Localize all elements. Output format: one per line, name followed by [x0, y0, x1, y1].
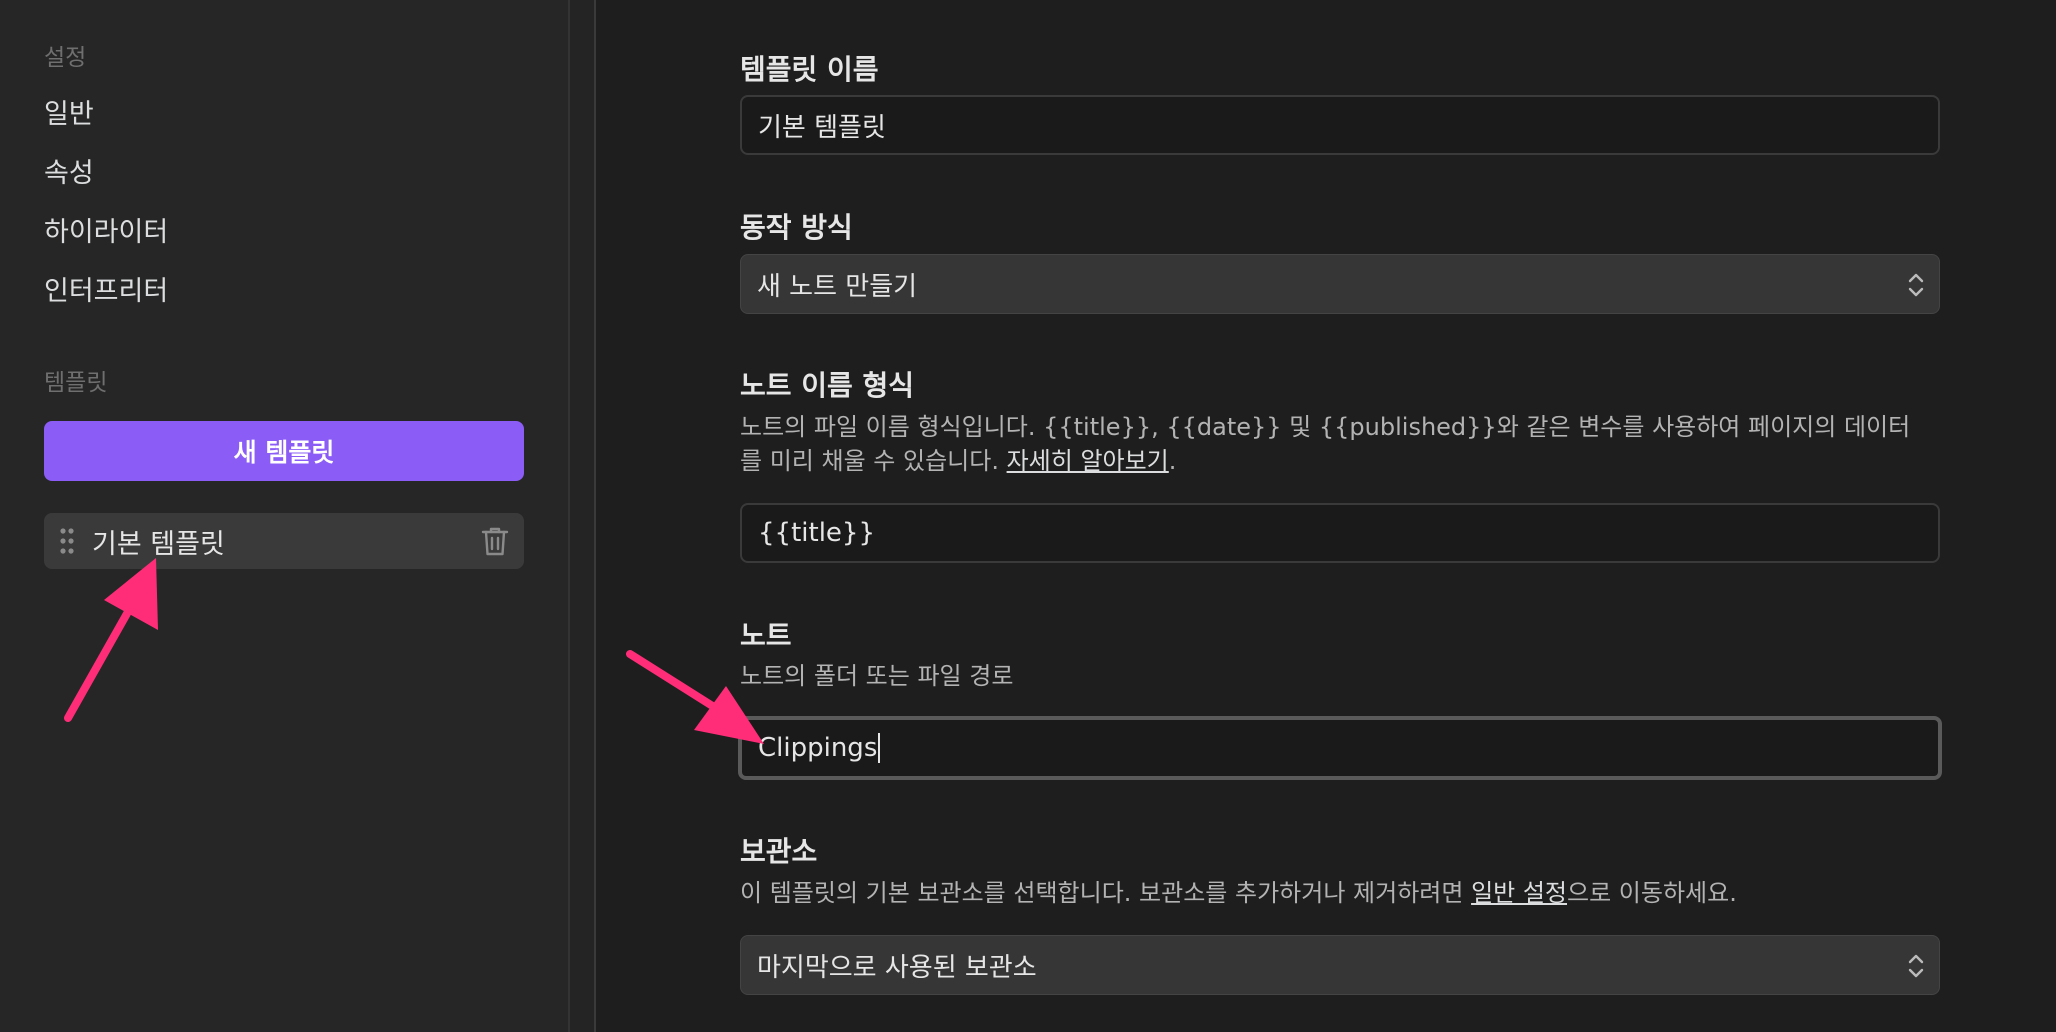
learn-more-link[interactable]: 자세히 알아보기 [1007, 447, 1169, 475]
settings-sidebar: 설정 일반 속성 하이라이터 인터프리터 템플릿 새 템플릿 기본 템플릿 [0, 0, 568, 1032]
sidebar-item-interpreter[interactable]: 인터프리터 [44, 269, 168, 308]
vault-title: 보관소 [740, 835, 818, 868]
vault-select[interactable]: 마지막으로 사용된 보관소 [740, 935, 1940, 995]
behavior-select[interactable]: 새 노트 만들기 [740, 254, 1940, 314]
note-location-value: Clippings [758, 733, 878, 763]
note-name-format-description: 노트의 파일 이름 형식입니다. {{title}}, {{date}} 및 {… [740, 413, 1911, 475]
new-template-button[interactable]: 새 템플릿 [44, 421, 524, 481]
vault-selected-value: 마지막으로 사용된 보관소 [757, 952, 1037, 983]
template-settings-panel: 템플릿 이름 기본 템플릿 동작 방식 새 노트 만들기 노트 이름 형식 노트… [596, 0, 2056, 1032]
note-location-description: 노트의 폴더 또는 파일 경로 [740, 662, 1014, 690]
note-name-format-value: {{title}} [758, 518, 875, 548]
sidebar-item-highlighter[interactable]: 하이라이터 [44, 210, 168, 249]
chevron-up-down-icon [1908, 954, 1924, 978]
sidebar-item-general[interactable]: 일반 [44, 92, 94, 131]
annotation-arrow-icon [626, 650, 764, 744]
behavior-title: 동작 방식 [740, 211, 853, 244]
note-location-input[interactable]: Clippings [738, 716, 1942, 780]
template-name-input[interactable]: 기본 템플릿 [740, 95, 1940, 155]
annotation-arrow-icon [64, 558, 158, 722]
general-settings-link[interactable]: 일반 설정 [1471, 879, 1567, 907]
panel-divider[interactable] [568, 0, 596, 1032]
template-name-value: 기본 템플릿 [758, 112, 886, 143]
note-name-format-title: 노트 이름 형식 [740, 369, 915, 402]
text-caret [878, 733, 881, 763]
note-name-format-input[interactable]: {{title}} [740, 503, 1940, 563]
sidebar-item-properties[interactable]: 속성 [44, 151, 94, 190]
templates-section-label: 템플릿 [44, 370, 108, 396]
behavior-selected-value: 새 노트 만들기 [757, 271, 918, 302]
vault-description: 이 템플릿의 기본 보관소를 선택합니다. 보관소를 추가하거나 제거하려면 일… [740, 879, 1737, 907]
chevron-up-down-icon [1908, 273, 1924, 297]
settings-section-label: 설정 [44, 45, 87, 71]
trash-icon[interactable] [480, 525, 510, 557]
template-name-title: 템플릿 이름 [740, 53, 879, 86]
